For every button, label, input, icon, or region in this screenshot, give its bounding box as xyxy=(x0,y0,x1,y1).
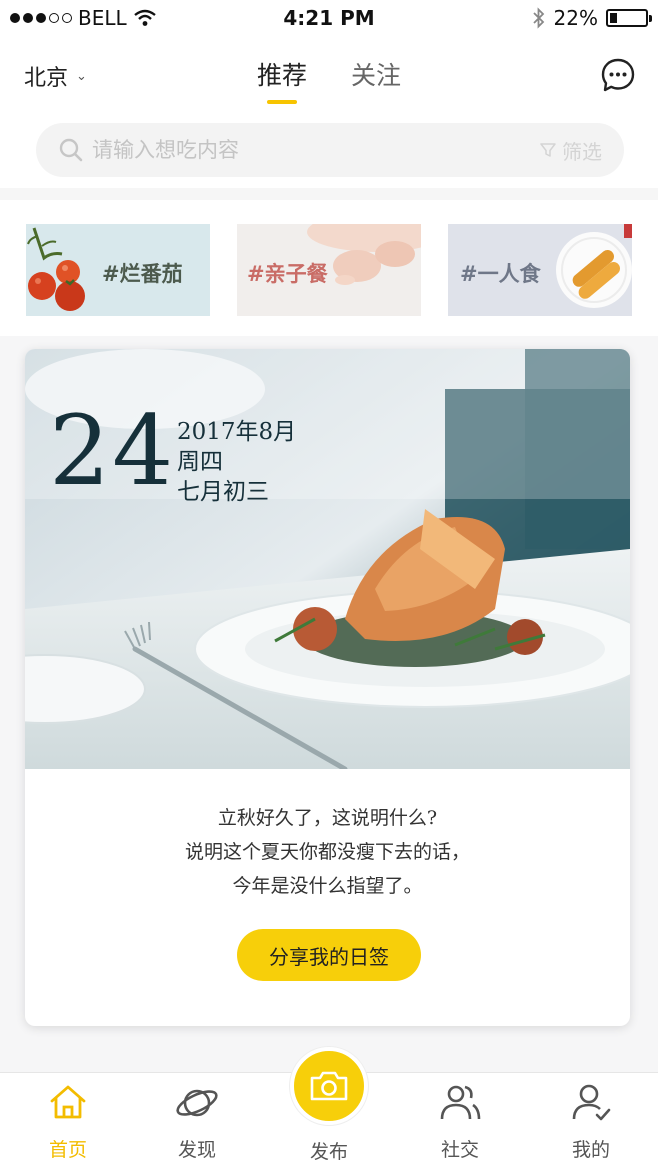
topic-tags: #烂番茄 #亲子餐 #一人食 xyxy=(26,224,632,316)
tag-label-solo: #一人食 xyxy=(460,262,541,286)
tag-label-tomato: #烂番茄 xyxy=(102,262,183,286)
wifi-icon xyxy=(133,9,156,26)
chevron-down-icon: ⌄ xyxy=(76,68,87,84)
nav-label-discover: 发现 xyxy=(177,1139,216,1161)
filter-button[interactable]: 筛选 xyxy=(540,136,602,165)
date-details: 2017年8月 周四 七月初三 xyxy=(177,417,296,507)
user-check-icon xyxy=(572,1084,611,1121)
date-year-month: 2017年8月 xyxy=(177,419,297,445)
feed-tabs: 推荐 关注 xyxy=(0,56,658,104)
bottom-tab-bar: 首页 发现 发布 社交 我的 xyxy=(0,1047,658,1170)
tag-card-tomato[interactable]: #烂番茄 xyxy=(26,224,210,316)
status-left: BELL xyxy=(10,6,157,30)
nav-discover[interactable]: 发现 xyxy=(157,1081,237,1162)
funnel-icon xyxy=(540,143,556,157)
message-icon[interactable] xyxy=(600,57,636,93)
signal-strength-icon xyxy=(10,13,72,23)
city-selector[interactable]: 北京 ⌄ xyxy=(24,60,87,92)
publish-button[interactable] xyxy=(290,1047,368,1125)
top-header: 北京 ⌄ 推荐 关注 xyxy=(0,48,658,108)
nav-home[interactable]: 首页 xyxy=(28,1081,108,1162)
tab-following[interactable]: 关注 xyxy=(351,56,401,104)
battery-percent: 22% xyxy=(553,6,598,30)
city-name: 北京 xyxy=(24,66,69,91)
quote-line: 今年是没什么指望了。 xyxy=(232,875,423,897)
nav-label-home: 首页 xyxy=(48,1139,87,1161)
date-lunar: 七月初三 xyxy=(177,479,269,505)
users-icon xyxy=(440,1085,481,1120)
camera-icon xyxy=(310,1071,348,1101)
tag-label-family: #亲子餐 xyxy=(247,262,328,286)
section-divider xyxy=(0,188,658,200)
carrier-name: BELL xyxy=(78,6,127,30)
quote-line: 说明这个夏天你都没瘦下去的话， xyxy=(184,841,470,863)
nav-label-social: 社交 xyxy=(440,1139,479,1161)
daily-sign-card: 24 2017年8月 周四 七月初三 立秋好久了，这说明什么? 说明这个夏天你都… xyxy=(25,349,630,1026)
tomato-image xyxy=(27,227,85,311)
filter-label: 筛选 xyxy=(562,139,602,164)
nav-label-mine: 我的 xyxy=(571,1139,610,1161)
search-bar: 筛选 xyxy=(36,123,624,177)
planet-icon xyxy=(176,1089,218,1117)
battery-icon xyxy=(606,9,652,27)
quote-line: 立秋好久了，这说明什么? xyxy=(217,807,438,829)
food-photo: 24 2017年8月 周四 七月初三 xyxy=(25,349,630,769)
search-icon xyxy=(59,138,83,162)
date-weekday: 周四 xyxy=(177,449,223,475)
status-bar: BELL 4:21 PM 22% xyxy=(0,0,658,36)
home-icon xyxy=(50,1085,86,1119)
search-input[interactable] xyxy=(92,138,540,162)
tab-recommended[interactable]: 推荐 xyxy=(257,56,307,104)
nav-mine[interactable]: 我的 xyxy=(551,1081,631,1162)
nav-label-publish: 发布 xyxy=(309,1141,348,1163)
bread-plate-image xyxy=(556,224,632,308)
tag-card-solo[interactable]: #一人食 xyxy=(448,224,632,316)
nav-social[interactable]: 社交 xyxy=(420,1081,500,1162)
daily-quote: 立秋好久了，这说明什么? 说明这个夏天你都没瘦下去的话， 今年是没什么指望了。 xyxy=(25,801,630,903)
share-daily-sign-button[interactable]: 分享我的日签 xyxy=(237,929,421,981)
battery-fill xyxy=(610,13,617,23)
bluetooth-icon xyxy=(532,7,544,29)
status-right: 22% xyxy=(532,6,652,30)
date-day: 24 xyxy=(49,395,176,507)
tag-card-family[interactable]: #亲子餐 xyxy=(237,224,421,316)
